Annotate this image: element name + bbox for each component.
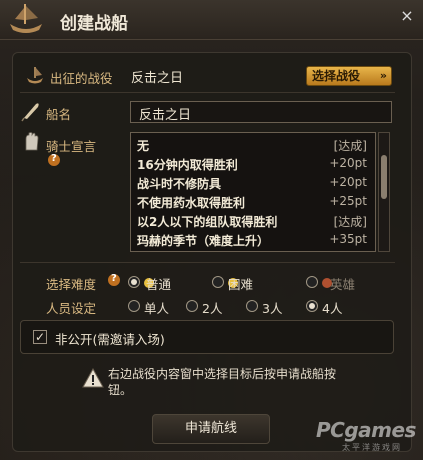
gauntlet-icon xyxy=(25,132,39,151)
watermark-small: 太平洋游戏网 xyxy=(342,443,402,452)
private-label: 非公开(需邀请入场) xyxy=(55,332,165,347)
oath-item-text: 16分钟内取得胜利 xyxy=(137,158,238,172)
difficulty-option-label: 困难 xyxy=(228,277,254,292)
quill-icon xyxy=(21,103,39,122)
select-campaign-button[interactable]: 选择战役 » xyxy=(306,66,392,86)
create-ship-window: 创建战船 × 出征的战役 反击之日 选择战役 » 船名 反击之日 骑士宣言 ? … xyxy=(0,0,423,460)
help-icon[interactable]: ? xyxy=(108,273,120,286)
difficulty-radio[interactable] xyxy=(212,276,224,288)
difficulty-option-label: 英雄 xyxy=(330,277,356,292)
oath-scrollbar[interactable] xyxy=(378,132,390,252)
warning-icon xyxy=(82,368,104,388)
oath-item[interactable]: 不使用药水取得胜利 +25pt xyxy=(137,194,369,213)
apply-route-button[interactable]: 申请航线 xyxy=(152,414,270,444)
party-option-label: 单人 xyxy=(144,301,170,316)
hint-text: 右边战役内容窗中选择目标后按申请战船按钮。 xyxy=(108,367,337,397)
oath-item[interactable]: 16分钟内取得胜利 +20pt xyxy=(137,156,369,175)
oath-item-text: 玛赫的季节（难度上升） xyxy=(137,234,270,248)
oath-item-text: 以2人以下的组队取得胜利 xyxy=(137,215,278,229)
campaign-value: 反击之日 xyxy=(131,71,184,86)
oath-item-text: 不使用药水取得胜利 xyxy=(137,196,246,210)
select-campaign-label: 选择战役 xyxy=(312,69,361,83)
party-option-label: 4人 xyxy=(322,301,343,316)
oath-item-reward: +35pt xyxy=(329,232,367,246)
ship-icon xyxy=(10,4,42,33)
scroll-thumb[interactable] xyxy=(381,155,387,199)
difficulty-radio xyxy=(306,276,318,288)
window-title: 创建战船 xyxy=(60,14,128,34)
divider xyxy=(20,262,395,263)
party-radio[interactable] xyxy=(128,300,140,312)
oath-item-reward: +25pt xyxy=(329,194,367,208)
party-label: 人员设定 xyxy=(46,301,97,316)
campaign-label: 出征的战役 xyxy=(50,71,113,86)
title-bar: 创建战船 × xyxy=(0,0,423,40)
oath-item-reward: +20pt xyxy=(329,175,367,189)
watermark-big: PCgames xyxy=(316,418,416,442)
party-radio[interactable] xyxy=(246,300,258,312)
private-option[interactable]: ✓ 非公开(需邀请入场) xyxy=(20,320,394,354)
help-icon[interactable]: ? xyxy=(48,153,60,166)
party-option-label: 3人 xyxy=(262,301,283,316)
oath-item[interactable]: 玛赫的季节（难度上升） +35pt xyxy=(137,232,369,251)
oath-item-text: 战斗时不修防具 xyxy=(137,177,222,191)
difficulty-option-label: 普通 xyxy=(146,277,172,292)
party-radio[interactable] xyxy=(306,300,318,312)
party-radio[interactable] xyxy=(186,300,198,312)
oath-item-text: 无 xyxy=(137,139,150,153)
ship-name-input[interactable]: 反击之日 xyxy=(130,101,392,123)
difficulty-radio[interactable] xyxy=(128,276,140,288)
oath-item[interactable]: 无 [达成] xyxy=(137,137,369,156)
double-arrow-icon: » xyxy=(379,69,387,82)
private-checkbox[interactable]: ✓ xyxy=(33,330,47,344)
campaign-icon xyxy=(27,67,43,84)
ship-name-label: 船名 xyxy=(46,107,72,122)
oath-item-reward: [达成] xyxy=(333,139,367,153)
party-option-label: 2人 xyxy=(202,301,223,316)
watermark-logo: PCgames 太平洋游戏网 xyxy=(316,418,416,452)
oath-list[interactable]: 无 [达成] 16分钟内取得胜利 +20pt 战斗时不修防具 +20pt 不使用药水取得胜利… xyxy=(130,132,376,252)
close-icon[interactable]: × xyxy=(399,8,415,24)
difficulty-label: 选择难度 xyxy=(46,277,97,292)
oath-item-reward: +20pt xyxy=(329,156,367,170)
oath-item-reward: [达成] xyxy=(333,215,367,229)
divider xyxy=(20,92,395,93)
oath-item[interactable]: 战斗时不修防具 +20pt xyxy=(137,175,369,194)
oath-item[interactable]: 以2人以下的组队取得胜利 [达成] xyxy=(137,213,369,232)
